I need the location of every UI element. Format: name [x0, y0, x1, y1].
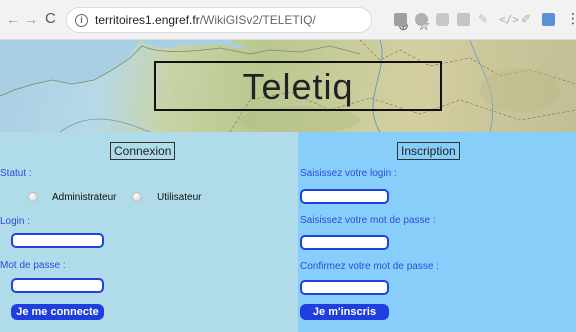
login-label: Login : — [0, 216, 31, 227]
login-button[interactable]: Je me connecte — [11, 304, 104, 320]
url-text[interactable]: territoires1.engref.fr/WikiGISv2/TELETIQ… — [95, 13, 316, 27]
extension-chat-icon[interactable] — [436, 13, 449, 26]
signup-heading: Inscription — [397, 142, 460, 160]
title-frame: Teletiq — [154, 61, 442, 111]
signup-login-label: Saisissez votre login : — [300, 168, 397, 179]
extension-pdf-icon[interactable] — [457, 13, 470, 26]
back-arrow-icon[interactable]: ← — [6, 12, 20, 26]
signup-confirm-input[interactable] — [300, 280, 389, 295]
password-label: Mot de passe : — [0, 260, 66, 271]
browser-toolbar: ← → C i territoires1.engref.fr/WikiGISv2… — [0, 0, 576, 40]
signup-login-input[interactable] — [300, 189, 389, 204]
signup-password-label: Saisissez votre mot de passe : — [300, 215, 436, 226]
extension-puzzle-icon[interactable] — [394, 13, 407, 26]
radio-administrateur-label: Administrateur — [52, 192, 117, 203]
info-icon[interactable]: i — [75, 14, 88, 27]
url-path: /WikiGISv2/TELETIQ/ — [199, 13, 316, 27]
radio-utilisateur-label: Utilisateur — [157, 192, 202, 203]
browser-menu-icon[interactable]: ⋮ — [566, 11, 576, 25]
page-title: Teletiq — [242, 66, 354, 107]
login-heading: Connexion — [110, 142, 176, 160]
reload-icon[interactable]: C — [45, 11, 56, 26]
login-panel: Connexion Statut : Administrateur Utilis… — [0, 132, 298, 332]
extension-circle-icon[interactable] — [415, 13, 428, 26]
signup-button[interactable]: Je m'inscris — [300, 304, 389, 320]
header-banner: Teletiq — [0, 40, 576, 132]
password-input[interactable] — [11, 278, 104, 293]
extension-pen-icon[interactable]: ✐ — [521, 13, 534, 26]
signup-confirm-label: Confirmez votre mot de passe : — [300, 261, 439, 272]
url-host: territoires1.engref.fr — [95, 13, 200, 27]
radio-utilisateur[interactable] — [132, 192, 142, 202]
extension-bookmark-icon[interactable] — [542, 13, 555, 26]
extension-code-icon[interactable]: </> — [499, 13, 519, 26]
signup-password-input[interactable] — [300, 235, 389, 250]
status-label: Statut : — [0, 168, 32, 179]
radio-administrateur[interactable] — [28, 192, 38, 202]
signup-panel: Inscription Saisissez votre login : Sais… — [298, 132, 576, 332]
extension-feather-icon[interactable]: ✎ — [478, 13, 491, 26]
login-input[interactable] — [11, 233, 104, 248]
forward-arrow-icon[interactable]: → — [24, 12, 38, 26]
address-bar[interactable]: i territoires1.engref.fr/WikiGISv2/TELET… — [66, 7, 430, 33]
